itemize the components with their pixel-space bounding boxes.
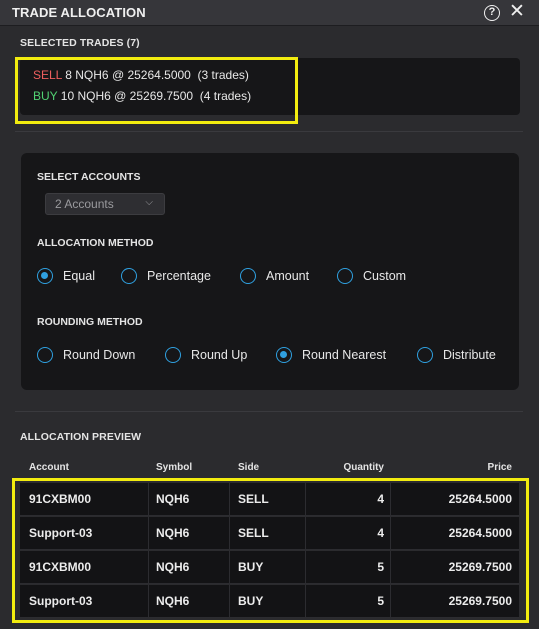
column-header-price[interactable]: Price	[488, 462, 512, 473]
cell-account: Support-03	[29, 594, 93, 608]
close-icon[interactable]: ✕	[508, 2, 526, 22]
column-header-side[interactable]: Side	[238, 462, 259, 473]
table-row[interactable]: 91CXBM00 NQH6 BUY 5 25269.7500	[20, 551, 519, 584]
trade-side-buy: BUY	[33, 89, 58, 103]
column-separator	[390, 483, 391, 516]
radio-round-up[interactable]: Round Up	[165, 347, 247, 363]
column-separator	[229, 483, 230, 516]
cell-account: 91CXBM00	[29, 492, 92, 506]
radio-icon	[417, 347, 433, 363]
column-separator	[229, 517, 230, 550]
radio-equal[interactable]: Equal	[37, 268, 95, 284]
trade-detail: 8 NQH6 @ 25264.5000 (3 trades)	[61, 68, 249, 82]
radio-distribute[interactable]: Distribute	[417, 347, 496, 363]
cell-symbol: NQH6	[156, 526, 190, 540]
column-header-account[interactable]: Account	[29, 462, 69, 473]
radio-icon	[121, 268, 137, 284]
column-separator	[148, 551, 149, 584]
cell-price: 25269.7500	[448, 560, 512, 574]
radio-round-nearest[interactable]: Round Nearest	[276, 347, 386, 363]
column-separator	[390, 585, 391, 618]
column-header-symbol[interactable]: Symbol	[156, 462, 192, 473]
column-separator	[390, 517, 391, 550]
trade-detail: 10 NQH6 @ 25269.7500 (4 trades)	[57, 89, 252, 103]
cell-quantity: 5	[377, 594, 384, 608]
radio-label: Round Nearest	[302, 348, 387, 362]
chevron-down-icon: ⌵	[145, 197, 153, 208]
column-separator	[148, 585, 149, 618]
cell-symbol: NQH6	[156, 492, 190, 506]
radio-amount[interactable]: Amount	[240, 268, 309, 284]
radio-selected-icon	[276, 347, 292, 363]
accounts-value: 2 Accounts	[55, 197, 114, 211]
table-row[interactable]: 91CXBM00 NQH6 SELL 4 25264.5000	[20, 483, 519, 516]
allocation-settings: SELECT ACCOUNTS 2 Accounts ⌵ ALLOCATION …	[21, 153, 519, 390]
radio-label: Custom	[363, 269, 407, 283]
accounts-dropdown[interactable]: 2 Accounts ⌵	[45, 193, 165, 215]
radio-label: Percentage	[147, 269, 211, 283]
allocation-preview-table: Account Symbol Side Quantity Price 91CXB…	[20, 453, 519, 621]
radio-percentage[interactable]: Percentage	[121, 268, 211, 284]
divider	[15, 131, 523, 132]
column-separator	[305, 585, 306, 618]
title-bar: TRADE ALLOCATION ? ✕	[0, 0, 539, 26]
cell-quantity: 4	[377, 492, 384, 506]
trade-line-buy: BUY 10 NQH6 @ 25269.7500 (4 trades)	[33, 89, 251, 103]
allocation-preview-header: ALLOCATION PREVIEW	[20, 431, 142, 443]
radio-icon	[337, 268, 353, 284]
table-header: Account Symbol Side Quantity Price	[20, 453, 519, 482]
rounding-method-label: ROUNDING METHOD	[37, 316, 143, 328]
column-separator	[305, 551, 306, 584]
allocation-method-label: ALLOCATION METHOD	[37, 237, 154, 249]
cell-symbol: NQH6	[156, 594, 190, 608]
cell-side: SELL	[238, 492, 269, 506]
radio-label: Round Up	[191, 348, 248, 362]
radio-icon	[165, 347, 181, 363]
trade-side-sell: SELL	[33, 68, 62, 82]
cell-symbol: NQH6	[156, 560, 190, 574]
column-separator	[229, 551, 230, 584]
radio-label: Distribute	[443, 348, 496, 362]
cell-side: BUY	[238, 594, 264, 608]
cell-side: BUY	[238, 560, 264, 574]
radio-label: Equal	[63, 269, 95, 283]
cell-quantity: 5	[377, 560, 384, 574]
window-title: TRADE ALLOCATION	[12, 5, 146, 20]
column-separator	[229, 585, 230, 618]
table-row[interactable]: Support-03 NQH6 SELL 4 25264.5000	[20, 517, 519, 550]
selected-trades-box: SELL 8 NQH6 @ 25264.5000 (3 trades) BUY …	[20, 58, 520, 115]
radio-label: Amount	[266, 269, 310, 283]
cell-quantity: 4	[377, 526, 384, 540]
cell-account: Support-03	[29, 526, 93, 540]
table-row[interactable]: Support-03 NQH6 BUY 5 25269.7500	[20, 585, 519, 618]
trade-line-sell: SELL 8 NQH6 @ 25264.5000 (3 trades)	[33, 68, 249, 82]
column-separator	[305, 483, 306, 516]
radio-icon	[37, 347, 53, 363]
select-accounts-label: SELECT ACCOUNTS	[37, 171, 141, 183]
cell-side: SELL	[238, 526, 269, 540]
help-icon[interactable]: ?	[484, 5, 500, 21]
cell-account: 91CXBM00	[29, 560, 92, 574]
divider	[15, 411, 523, 412]
cell-price: 25269.7500	[448, 594, 512, 608]
radio-round-down[interactable]: Round Down	[37, 347, 135, 363]
column-separator	[148, 517, 149, 550]
selected-trades-header: SELECTED TRADES (7)	[20, 37, 140, 49]
radio-custom[interactable]: Custom	[337, 268, 406, 284]
column-separator	[305, 517, 306, 550]
column-separator	[148, 483, 149, 516]
radio-icon	[240, 268, 256, 284]
cell-price: 25264.5000	[448, 492, 512, 506]
column-separator	[390, 551, 391, 584]
cell-price: 25264.5000	[448, 526, 512, 540]
radio-label: Round Down	[63, 348, 136, 362]
radio-selected-icon	[37, 268, 53, 284]
column-header-quantity[interactable]: Quantity	[343, 462, 384, 473]
